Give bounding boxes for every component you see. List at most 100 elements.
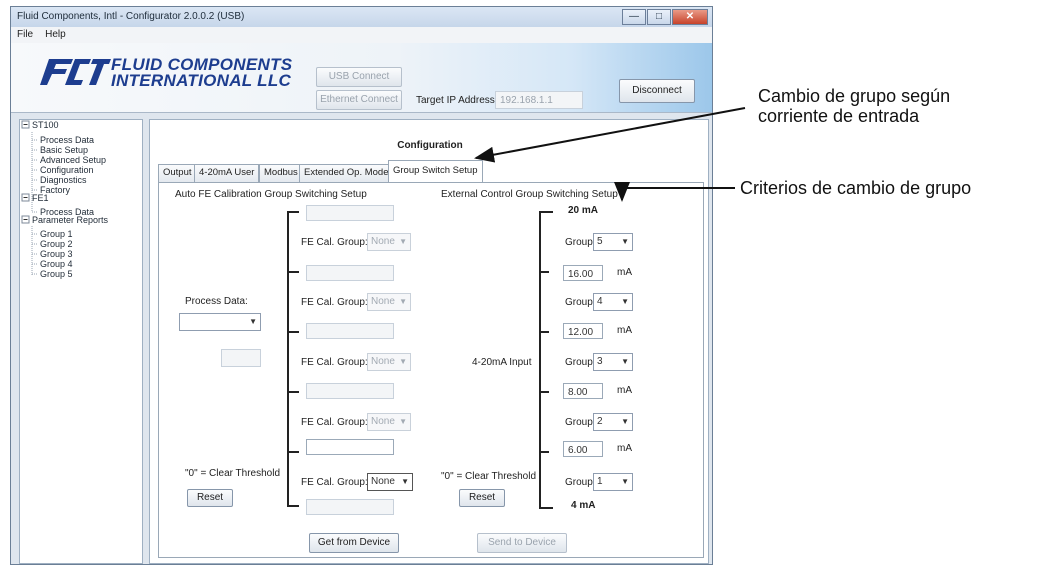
fe-cal-group-select[interactable]: None ▼ <box>367 473 413 491</box>
fe-cal-group-select[interactable]: None ▼ <box>367 233 411 251</box>
tree-item-configuration[interactable]: Configuration <box>40 165 94 175</box>
tree-item-diagnostics[interactable]: Diagnostics <box>40 175 87 185</box>
fe-cal-group-value: None <box>371 476 395 487</box>
group-label: Group: <box>565 357 596 368</box>
process-data-value-field[interactable] <box>221 349 261 367</box>
reset-button-right[interactable]: Reset <box>459 489 505 507</box>
disconnect-button[interactable]: Disconnect <box>619 79 695 103</box>
fe-threshold-input[interactable] <box>306 323 394 339</box>
reset-button-left[interactable]: Reset <box>187 489 233 507</box>
send-to-device-button[interactable]: Send to Device <box>477 533 567 553</box>
tree-item-advanced-setup[interactable]: Advanced Setup <box>40 155 106 165</box>
fe-cal-group-label: FE Cal. Group: <box>301 237 368 248</box>
fe-cal-group-label: FE Cal. Group: <box>301 417 368 428</box>
tab-output[interactable]: Output <box>158 164 197 182</box>
group-select-2[interactable]: 2 ▼ <box>593 413 633 431</box>
tab-modbus[interactable]: Modbus <box>259 164 303 182</box>
group-select-5[interactable]: 5 ▼ <box>593 233 633 251</box>
external-control-section: External Control Group Switching Setup 2… <box>437 183 699 521</box>
right-bracket-tick <box>539 507 553 509</box>
tab-4-20ma-user[interactable]: 4-20mA User <box>194 164 260 182</box>
fci-logo-icon <box>40 59 111 85</box>
unit-label: mA <box>617 385 632 396</box>
main-panel: Configuration Output 4-20mA User Modbus … <box>149 119 709 564</box>
fe-cal-group-select[interactable]: None ▼ <box>367 293 411 311</box>
tree-fe1[interactable]: FE1 <box>32 193 49 203</box>
tree-st100[interactable]: ST100 <box>32 120 59 130</box>
threshold-input[interactable]: 8.00 <box>563 383 603 399</box>
threshold-input[interactable]: 6.00 <box>563 441 603 457</box>
company-logo-text: FLUID COMPONENTS INTERNATIONAL LLC <box>111 56 292 90</box>
fe-threshold-input[interactable] <box>306 265 394 281</box>
minimize-button[interactable]: — <box>622 9 646 25</box>
annotation-line-1: Cambio de grupo según <box>758 86 951 106</box>
group-select-value: 4 <box>597 296 603 307</box>
chevron-down-icon: ▼ <box>399 297 407 306</box>
process-data-select[interactable]: ▼ <box>179 313 261 331</box>
auto-fe-section: Auto FE Calibration Group Switching Setu… <box>169 183 431 521</box>
fe-cal-group-select[interactable]: None ▼ <box>367 413 411 431</box>
usb-connect-button[interactable]: USB Connect <box>316 67 402 87</box>
fe-cal-group-value: None <box>371 236 395 247</box>
tree-item-process-data[interactable]: Process Data <box>40 135 94 145</box>
ethernet-connect-button[interactable]: Ethernet Connect <box>316 90 402 110</box>
menu-bar: File Help <box>11 27 712 43</box>
group-select-value: 3 <box>597 356 603 367</box>
chevron-down-icon: ▼ <box>621 357 629 366</box>
fe-cal-group-label: FE Cal. Group: <box>301 477 368 488</box>
group-switch-panel: Auto FE Calibration Group Switching Setu… <box>158 182 704 558</box>
tree-item-group-3[interactable]: Group 3 <box>40 249 73 259</box>
window-controls: — □ ✕ <box>622 9 708 25</box>
tree-item-group-2[interactable]: Group 2 <box>40 239 73 249</box>
group-select-3[interactable]: 3 ▼ <box>593 353 633 371</box>
threshold-input[interactable]: 16.00 <box>563 265 603 281</box>
fe-threshold-input[interactable] <box>306 439 394 455</box>
range-bottom-label: 4 mA <box>571 500 596 511</box>
navigation-tree: ST100 Process Data Basic Setup Advanced … <box>19 119 143 564</box>
group-label: Group: <box>565 237 596 248</box>
tab-group-switch-setup[interactable]: Group Switch Setup <box>388 160 483 182</box>
window-title: Fluid Components, Intl - Configurator 2.… <box>17 11 245 22</box>
tree-item-group-5[interactable]: Group 5 <box>40 269 73 279</box>
fe-cal-group-select[interactable]: None ▼ <box>367 353 411 371</box>
menu-help[interactable]: Help <box>45 29 66 41</box>
get-from-device-button[interactable]: Get from Device <box>309 533 399 553</box>
annotation-line-2: corriente de entrada <box>758 106 920 126</box>
tree-item-group-1[interactable]: Group 1 <box>40 229 73 239</box>
fe-threshold-input[interactable] <box>306 383 394 399</box>
group-select-value: 2 <box>597 416 603 427</box>
threshold-input[interactable]: 12.00 <box>563 323 603 339</box>
unit-label: mA <box>617 443 632 454</box>
left-bracket-tick <box>287 331 299 333</box>
tree-parameter-reports[interactable]: Parameter Reports <box>32 215 108 225</box>
left-bracket-tick <box>287 451 299 453</box>
process-data-label: Process Data: <box>185 296 248 307</box>
menu-file[interactable]: File <box>17 29 33 41</box>
fe-cal-group-value: None <box>371 296 395 307</box>
group-select-4[interactable]: 4 ▼ <box>593 293 633 311</box>
clear-threshold-note: "0" = Clear Threshold <box>185 468 281 479</box>
clear-threshold-note-right: "0" = Clear Threshold <box>441 471 537 482</box>
tree-item-basic-setup[interactable]: Basic Setup <box>40 145 88 155</box>
fe-threshold-input[interactable] <box>306 499 394 515</box>
tree-item-group-4[interactable]: Group 4 <box>40 259 73 269</box>
chevron-down-icon: ▼ <box>621 237 629 246</box>
right-bracket-tick <box>539 451 549 453</box>
logo-line-2: INTERNATIONAL LLC <box>111 71 292 90</box>
close-button[interactable]: ✕ <box>672 9 708 25</box>
maximize-button[interactable]: □ <box>647 9 671 25</box>
right-bracket-tick <box>539 331 549 333</box>
right-bracket-tick <box>539 211 553 213</box>
tab-extended-op-mode[interactable]: Extended Op. Mode <box>299 164 394 182</box>
right-bracket-tick <box>539 391 549 393</box>
group-label: Group: <box>565 417 596 428</box>
target-ip-field[interactable]: 192.168.1.1 <box>495 91 583 109</box>
left-bracket-tick <box>287 211 299 213</box>
group-select-1[interactable]: 1 ▼ <box>593 473 633 491</box>
input-label: 4-20mA Input <box>472 357 532 368</box>
chevron-down-icon: ▼ <box>399 357 407 366</box>
fe-cal-group-value: None <box>371 356 395 367</box>
group-select-value: 1 <box>597 476 603 487</box>
fe-threshold-input[interactable] <box>306 205 394 221</box>
chevron-down-icon: ▼ <box>621 417 629 426</box>
